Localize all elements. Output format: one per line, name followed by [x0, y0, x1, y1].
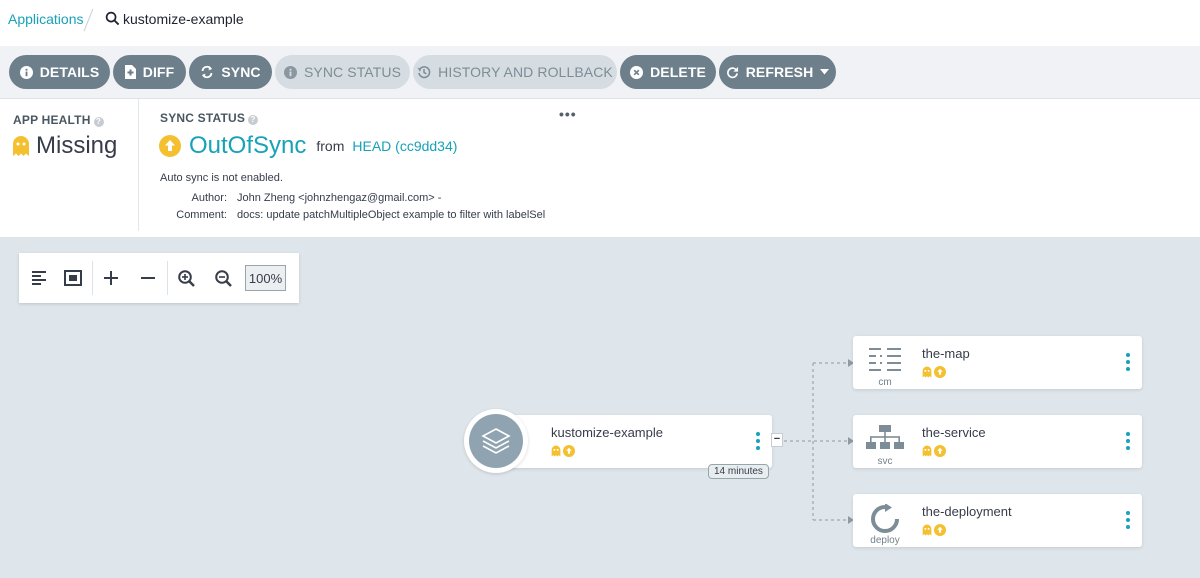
breadcrumb-separator: [83, 8, 94, 32]
breadcrumb-applications-link[interactable]: Applications: [8, 11, 84, 27]
comment-label: Comment:: [176, 209, 227, 221]
resource-kind-the-service: svc: [877, 456, 893, 467]
resource-node-the-deployment[interactable]: deploy the-deployment: [853, 494, 1142, 547]
resource-status-badges: [922, 366, 946, 378]
sync-status-label: SYNC STATUS: [303, 64, 402, 80]
caret-down-icon: [820, 69, 830, 75]
ghost-icon: [922, 524, 932, 536]
app-status-panel: APP HEALTH? Missing SYNC STATUS? ••• Out…: [0, 99, 1200, 238]
comment-row: Comment:: [147, 209, 227, 223]
history-rollback-button[interactable]: HISTORY AND ROLLBACK: [413, 55, 617, 89]
arrow-up-circle-icon: [934, 445, 946, 457]
history-rollback-label: HISTORY AND ROLLBACK: [438, 64, 613, 80]
refresh-label: REFRESH: [745, 64, 814, 80]
app-health-value: Missing: [36, 132, 118, 159]
details-label: DETAILS: [39, 64, 100, 80]
search-icon[interactable]: [105, 11, 120, 26]
resource-menu-icon[interactable]: [1125, 432, 1131, 450]
resource-status-badges: [922, 445, 946, 457]
more-options-icon[interactable]: •••: [559, 106, 577, 122]
breadcrumb: Applications kustomize-example: [0, 0, 1200, 46]
ghost-icon: [922, 445, 932, 457]
collapse-children-button[interactable]: −: [771, 433, 783, 447]
from-label: from: [316, 138, 345, 154]
sync-status-row: OutOfSync from HEAD (cc9dd34): [159, 132, 457, 160]
resource-node-the-map[interactable]: cm the-map: [853, 336, 1142, 389]
arrow-up-circle-icon: [159, 135, 181, 157]
arrow-up-circle-icon: [934, 524, 946, 536]
refresh-icon: [726, 66, 738, 78]
app-layers-icon: [469, 414, 523, 468]
service-icon: [866, 425, 904, 449]
deployment-icon: [871, 504, 899, 533]
diff-label: DIFF: [142, 64, 175, 80]
breadcrumb-current-app[interactable]: kustomize-example: [123, 11, 244, 27]
app-age-badge: 14 minutes: [708, 464, 769, 479]
resource-kind-the-deployment: deploy: [870, 535, 900, 546]
sync-status-title: SYNC STATUS?: [160, 111, 259, 125]
resource-menu-icon[interactable]: [1125, 511, 1131, 529]
resource-kind-the-map: cm: [878, 377, 892, 388]
sync-label: SYNC: [221, 64, 261, 80]
app-health-status: Missing: [12, 132, 117, 160]
delete-label: DELETE: [650, 64, 706, 80]
ghost-icon: [551, 445, 561, 457]
help-icon[interactable]: ?: [248, 115, 259, 125]
info-icon: [283, 65, 297, 79]
arrow-up-circle-icon: [563, 445, 575, 457]
resource-name-the-map: the-map: [922, 346, 970, 361]
diff-button[interactable]: DIFF: [113, 55, 186, 89]
comment-value: docs: update patchMultipleObject example…: [237, 209, 546, 221]
app-node[interactable]: kustomize-example: [496, 415, 772, 468]
app-node-menu-icon[interactable]: [755, 432, 761, 450]
author-value: John Zheng <johnzhengaz@gmail.com> -: [237, 192, 442, 204]
file-diff-icon: [124, 65, 136, 79]
sync-button[interactable]: SYNC: [189, 55, 272, 89]
history-icon: [417, 66, 431, 79]
auto-sync-text: Auto sync is not enabled.: [160, 172, 283, 184]
resource-menu-icon[interactable]: [1125, 353, 1131, 371]
author-row: Author:: [147, 192, 227, 206]
help-icon[interactable]: ?: [93, 117, 104, 127]
arrow-up-circle-icon: [934, 366, 946, 378]
app-node-name: kustomize-example: [551, 425, 663, 440]
resource-name-the-deployment: the-deployment: [922, 504, 1012, 519]
panel-divider: [138, 99, 139, 231]
close-circle-icon: [630, 65, 644, 79]
delete-button[interactable]: DELETE: [620, 55, 716, 89]
resource-status-badges: [922, 524, 946, 536]
app-health-title: APP HEALTH?: [13, 113, 104, 127]
ghost-icon: [922, 366, 932, 378]
app-node-icon-frame: [464, 409, 528, 473]
resource-node-the-service[interactable]: svc the-service: [853, 415, 1142, 468]
revision-link[interactable]: HEAD (cc9dd34): [352, 138, 457, 154]
configmap-icon: [869, 348, 901, 371]
info-icon: [19, 65, 33, 79]
action-toolbar: DETAILS DIFF SYNC SYNC STATUS HISTORY AN…: [0, 46, 1200, 99]
author-label: Author:: [191, 192, 227, 204]
ghost-icon: [13, 136, 29, 156]
sync-status-button[interactable]: SYNC STATUS: [275, 55, 410, 89]
sync-icon: [201, 65, 213, 79]
resource-name-the-service: the-service: [922, 425, 986, 440]
refresh-button[interactable]: REFRESH: [719, 55, 836, 89]
details-button[interactable]: DETAILS: [9, 55, 110, 89]
sync-status-value: OutOfSync: [189, 132, 307, 159]
resource-tree-canvas[interactable]: 100% kustomize-example − 14 minutes cm t…: [0, 238, 1200, 578]
app-node-status-badges: [551, 445, 575, 457]
